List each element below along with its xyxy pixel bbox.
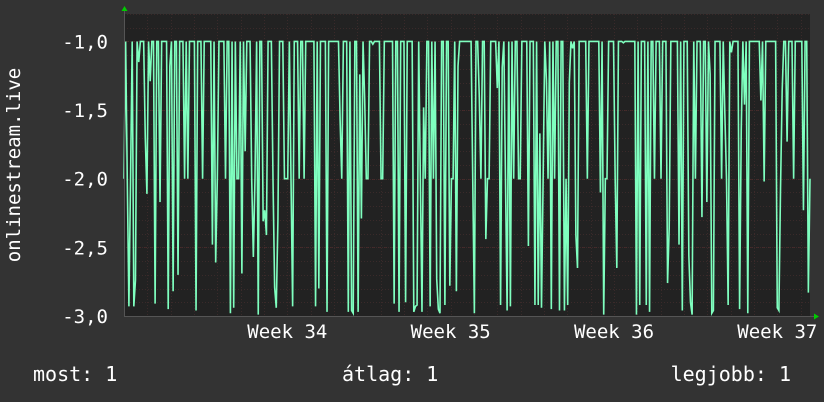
footer-now-label: most: [33,362,94,386]
x-tick-labels: Week 34 Week 35 Week 36 Week 37 [247,321,817,343]
x-tick-label: Week 37 [737,321,817,343]
x-tick-label: Week 34 [247,321,327,343]
footer-now-value: 1 [105,362,118,386]
x-tick-label: Week 36 [574,321,654,343]
footer-best: legjobb: 1 [671,362,791,386]
footer-average-value: 1 [426,362,439,386]
y-tick-label: -3,0 [62,306,108,328]
y-tick-label: -1,0 [62,31,108,53]
chart: -1,0-1,5-2,0-2,5-3,0 Week 34 Week 35 Week … [3,6,819,343]
footer-average-label: átlag: [342,362,415,386]
y-tick-label: -1,5 [62,100,108,122]
y-tick-label: -2,5 [62,237,108,259]
y-tick-labels: -1,0 -1,5 -2,0 -2,5 -3,0 [62,31,108,328]
x-axis-arrow-icon [814,313,819,320]
y-tick-label: -2,0 [62,169,108,191]
footer-average: átlag: 1 [342,362,438,386]
x-tick-label: Week 35 [411,321,491,343]
footer-now: most: 1 [33,362,117,386]
y-axis-arrow-icon [121,6,128,11]
footer-best-label: legjobb: [670,362,767,386]
y-axis-title: onlinestream.live [3,68,25,262]
footer-best-value: 1 [778,362,791,386]
